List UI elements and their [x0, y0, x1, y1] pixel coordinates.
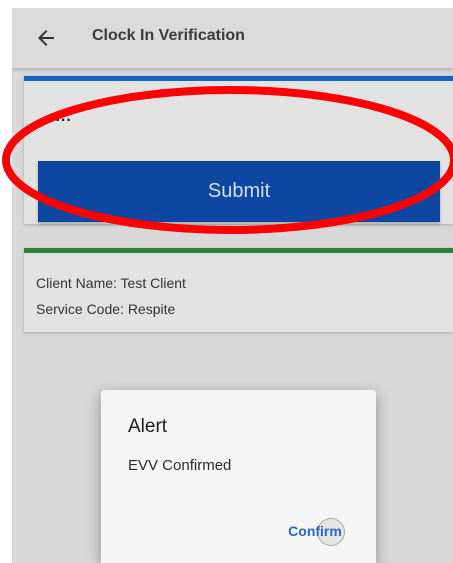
verification-code-input[interactable]: [50, 108, 430, 126]
confirm-button[interactable]: Confirm: [281, 518, 349, 544]
submit-button[interactable]: Submit: [38, 161, 440, 222]
screen: Clock In Verification Submit Client Name…: [0, 0, 453, 563]
dialog-title: Alert: [128, 416, 168, 437]
verification-card: Submit: [24, 76, 453, 224]
arrow-left-icon[interactable]: [34, 26, 58, 50]
page-title: Clock In Verification: [92, 27, 245, 44]
app-bar: Clock In Verification: [12, 8, 453, 68]
dialog-message: EVV Confirmed: [128, 457, 232, 474]
client-name-text: Client Name: Test Client: [36, 275, 186, 291]
service-code-text: Service Code: Respite: [36, 301, 176, 317]
alert-dialog: Alert EVV Confirmed Confirm: [101, 390, 376, 563]
client-info-card: Client Name: Test Client Service Code: R…: [24, 248, 453, 332]
